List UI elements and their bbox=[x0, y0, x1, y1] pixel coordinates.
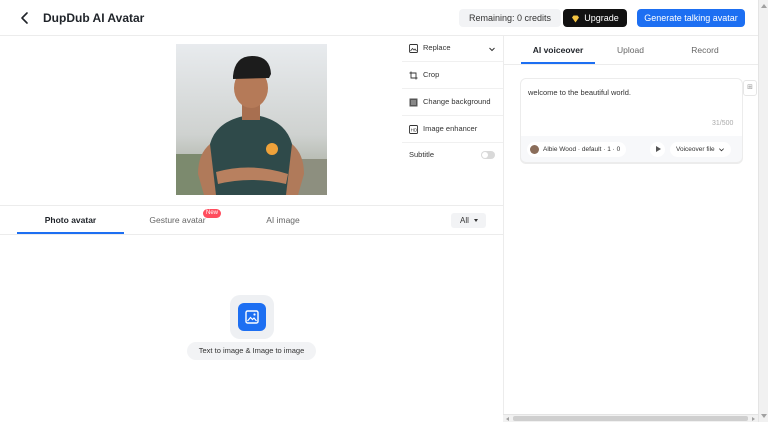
avatar-photo[interactable] bbox=[176, 44, 327, 195]
caret-down-icon bbox=[474, 219, 478, 222]
scroll-right-icon[interactable] bbox=[752, 417, 755, 421]
top-bar: DupDub AI Avatar Remaining: 0 credits Up… bbox=[0, 0, 758, 36]
chevron-down-icon bbox=[719, 148, 725, 152]
tab-record[interactable]: Record bbox=[680, 36, 730, 64]
scroll-left-icon[interactable] bbox=[506, 417, 509, 421]
script-text: welcome to the beautiful world. bbox=[528, 88, 631, 97]
edit-tools: Replace Crop Change background HD Image e… bbox=[402, 36, 503, 204]
side-panel-tab-icon[interactable]: ⊞ bbox=[743, 80, 757, 96]
enhance-icon: HD bbox=[409, 124, 418, 134]
upgrade-button[interactable]: Upgrade bbox=[563, 9, 627, 27]
right-panel: AI voiceover Upload Record welcome to th… bbox=[504, 36, 758, 422]
left-panel: Replace Crop Change background HD Image e… bbox=[0, 36, 503, 422]
divider bbox=[504, 64, 758, 65]
tab-photo-avatar[interactable]: Photo avatar bbox=[17, 206, 124, 235]
divider bbox=[402, 142, 503, 143]
picture-icon bbox=[238, 303, 266, 331]
character-count: 31/500 bbox=[712, 120, 734, 127]
voice-name: Albie Wood · default · 1 · 0 bbox=[543, 146, 621, 153]
voice-selector[interactable]: Albie Wood · default · 1 · 0 bbox=[527, 142, 627, 157]
tab-upload[interactable]: Upload bbox=[604, 36, 657, 64]
filter-value: All bbox=[460, 216, 469, 225]
replace-label: Replace bbox=[423, 43, 451, 52]
scroll-up-icon[interactable] bbox=[761, 4, 767, 8]
voice-toolbar: Albie Wood · default · 1 · 0 Voiceover f… bbox=[520, 136, 743, 163]
new-badge: New bbox=[203, 209, 222, 218]
divider bbox=[402, 88, 503, 89]
credits-badge: Remaining: 0 credits bbox=[459, 9, 562, 27]
image-enhancer-tool[interactable]: HD Image enhancer bbox=[409, 122, 477, 136]
chevron-down-icon[interactable] bbox=[488, 45, 496, 53]
svg-text:HD: HD bbox=[411, 127, 418, 132]
back-arrow-icon[interactable] bbox=[18, 11, 32, 25]
divider bbox=[402, 115, 503, 116]
background-icon bbox=[409, 98, 418, 107]
horizontal-scrollbar[interactable] bbox=[503, 414, 758, 422]
subtitle-label: Subtitle bbox=[409, 150, 435, 159]
tab-ai-image[interactable]: AI image bbox=[240, 206, 326, 235]
vertical-scrollbar[interactable] bbox=[758, 0, 768, 422]
voice-avatar bbox=[530, 144, 539, 154]
text-to-image-card[interactable] bbox=[230, 295, 274, 339]
text-to-image-label[interactable]: Text to image & Image to image bbox=[187, 342, 316, 360]
scroll-down-icon[interactable] bbox=[761, 414, 767, 418]
avatar-tabs: Photo avatar Gesture avatar New AI image… bbox=[0, 205, 503, 235]
diamond-icon bbox=[572, 15, 580, 23]
change-background-label: Change background bbox=[423, 97, 491, 106]
active-tab-indicator bbox=[17, 232, 124, 234]
page-title: DupDub AI Avatar bbox=[43, 11, 145, 25]
replace-tool[interactable]: Replace bbox=[409, 41, 451, 55]
tab-ai-voiceover[interactable]: AI voiceover bbox=[521, 36, 595, 64]
subtitle-row: Subtitle bbox=[409, 148, 434, 162]
divider bbox=[402, 61, 503, 62]
avatar-photo-image bbox=[176, 44, 327, 195]
image-enhancer-label: Image enhancer bbox=[423, 124, 478, 133]
crop-icon bbox=[409, 71, 418, 80]
generate-talking-avatar-button[interactable]: Generate talking avatar bbox=[637, 9, 745, 27]
crop-label: Crop bbox=[423, 70, 440, 79]
filter-dropdown[interactable]: All bbox=[451, 213, 486, 228]
upgrade-label: Upgrade bbox=[584, 13, 619, 23]
subtitle-toggle[interactable] bbox=[481, 151, 495, 159]
voiceover-file-label: Voiceover file bbox=[676, 146, 715, 153]
image-icon bbox=[409, 43, 418, 53]
crop-tool[interactable]: Crop bbox=[409, 68, 439, 82]
change-background-tool[interactable]: Change background bbox=[409, 95, 491, 109]
play-icon[interactable] bbox=[650, 142, 665, 157]
scroll-thumb[interactable] bbox=[513, 416, 748, 421]
voiceover-file-dropdown[interactable]: Voiceover file bbox=[670, 142, 732, 157]
